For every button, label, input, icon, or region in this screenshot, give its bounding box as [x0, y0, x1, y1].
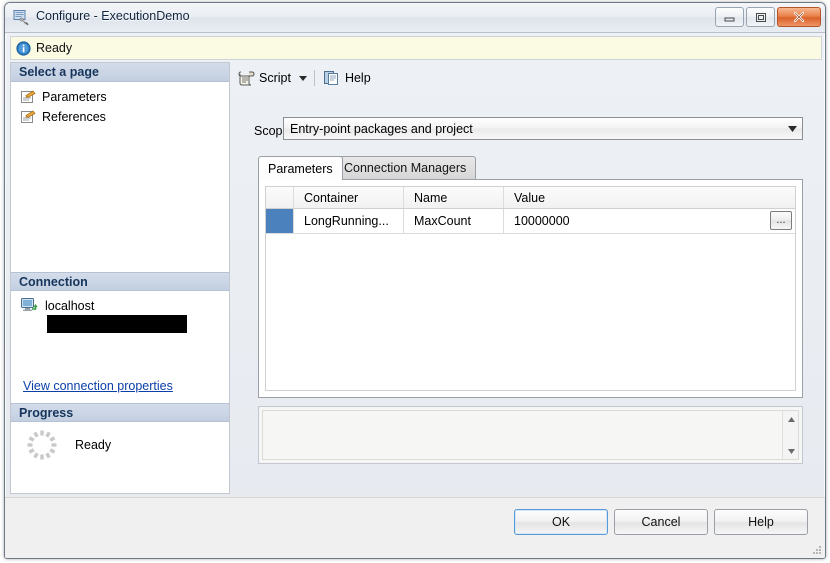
progress-text: Ready — [75, 438, 112, 452]
grid-header-row: Container Name Value — [266, 187, 795, 209]
column-header-container[interactable]: Container — [294, 187, 404, 208]
tab-label: Parameters — [268, 161, 333, 176]
tab-strip: Parameters Connection Managers — [258, 156, 803, 180]
connection-header: Connection — [11, 272, 229, 291]
column-header-value[interactable]: Value — [504, 187, 795, 208]
cell-value-text: 10000000 — [514, 214, 570, 228]
scope-selected-value: Entry-point packages and project — [290, 121, 473, 136]
script-button[interactable]: Script — [233, 67, 296, 89]
page-references-icon — [21, 110, 36, 123]
table-row[interactable]: LongRunning... MaxCount 10000000 ... — [266, 209, 795, 234]
tab-connection-managers[interactable]: Connection Managers — [334, 156, 477, 179]
column-header-name[interactable]: Name — [404, 187, 504, 208]
scope-dropdown[interactable]: Entry-point packages and project — [283, 117, 803, 140]
status-text: Ready — [36, 41, 73, 55]
tab-content-panel: Container Name Value LongRunning... MaxC… — [258, 179, 803, 398]
parameters-grid: Container Name Value LongRunning... MaxC… — [265, 186, 796, 391]
chevron-down-icon — [298, 75, 307, 81]
tab-parameters[interactable]: Parameters — [258, 156, 343, 180]
sidebar-item-references[interactable]: References — [21, 107, 106, 127]
scroll-up-arrow-icon — [787, 416, 795, 422]
maximize-icon — [747, 8, 774, 26]
scroll-down-button[interactable] — [783, 443, 799, 459]
description-panel — [258, 406, 803, 464]
minimize-icon — [716, 8, 743, 26]
ok-button[interactable]: OK — [514, 509, 608, 535]
progress-header: Progress — [11, 403, 229, 422]
browse-ellipsis-button[interactable]: ... — [770, 211, 792, 230]
cancel-button[interactable]: Cancel — [614, 509, 708, 535]
script-dropdown-caret[interactable] — [296, 67, 310, 89]
view-connection-properties-link[interactable]: View connection properties — [23, 379, 173, 393]
grid-corner-header — [266, 187, 294, 208]
progress-row: Ready — [25, 428, 111, 462]
chevron-down-icon — [788, 125, 797, 132]
help-button-footer[interactable]: Help — [714, 509, 808, 535]
content-toolbar: Script Help — [233, 65, 818, 91]
script-label: Script — [259, 71, 291, 85]
script-scroll-icon — [238, 71, 255, 86]
select-a-page-header: Select a page — [11, 63, 229, 82]
status-bar: Ready — [10, 36, 822, 60]
help-pages-icon — [323, 71, 338, 85]
scroll-down-arrow-icon — [787, 448, 795, 454]
toolbar-separator — [313, 70, 315, 86]
description-text-area[interactable] — [262, 410, 799, 460]
left-navigation-panel: Select a page Parameters References Conn… — [10, 62, 230, 494]
server-connection-icon — [21, 298, 38, 311]
scroll-up-button[interactable] — [783, 411, 799, 427]
right-content-panel: Script Help Scope: Entry-point packages … — [231, 62, 822, 494]
close-icon — [778, 8, 820, 26]
page-parameters-icon — [21, 90, 36, 103]
configure-package-icon — [13, 10, 29, 26]
info-icon — [16, 41, 31, 56]
connection-server-row: localhost — [21, 298, 94, 314]
close-button[interactable] — [777, 7, 821, 27]
description-scrollbar[interactable] — [782, 411, 798, 459]
row-selector-cell[interactable] — [266, 209, 294, 233]
cell-container[interactable]: LongRunning... — [294, 209, 404, 233]
redacted-credential-block — [47, 315, 187, 333]
title-bar: Configure - ExecutionDemo — [5, 3, 825, 33]
sidebar-item-label: Parameters — [42, 90, 107, 104]
scope-dropdown-arrow[interactable] — [783, 118, 802, 139]
cell-name[interactable]: MaxCount — [404, 209, 504, 233]
sidebar-item-label: References — [42, 110, 106, 124]
tab-label: Connection Managers — [344, 161, 467, 175]
help-button[interactable]: Help — [319, 67, 376, 89]
progress-spinner-icon — [27, 430, 57, 460]
maximize-button[interactable] — [746, 7, 775, 27]
dialog-footer: OK Cancel Help — [5, 497, 825, 558]
connection-server-name: localhost — [45, 299, 95, 313]
resize-grip-icon[interactable] — [811, 544, 823, 556]
configure-dialog-window: Configure - ExecutionDemo Ready Select a… — [4, 2, 826, 559]
cell-value[interactable]: 10000000 ... — [504, 209, 795, 233]
help-label: Help — [344, 71, 371, 85]
window-title: Configure - ExecutionDemo — [36, 9, 190, 23]
minimize-button[interactable] — [715, 7, 744, 27]
sidebar-item-parameters[interactable]: Parameters — [21, 87, 107, 107]
